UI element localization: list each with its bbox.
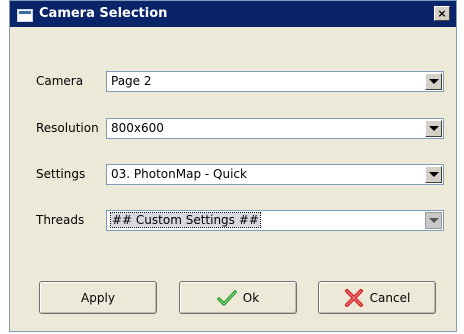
threads-label: Threads bbox=[36, 213, 85, 227]
chevron-down-icon[interactable] bbox=[425, 166, 442, 183]
title-bar[interactable]: Camera Selection × bbox=[10, 1, 456, 27]
ok-button-label: Ok bbox=[242, 290, 260, 305]
cancel-button[interactable]: Cancel bbox=[318, 281, 436, 314]
resolution-dropdown[interactable]: 800x600 bbox=[106, 118, 444, 139]
camera-dropdown[interactable]: Page 2 bbox=[106, 71, 444, 92]
settings-value: 03. PhotonMap - Quick bbox=[111, 167, 247, 181]
close-button[interactable]: × bbox=[434, 6, 450, 21]
camera-value: Page 2 bbox=[111, 74, 152, 88]
window-icon bbox=[17, 9, 33, 22]
x-icon bbox=[344, 288, 363, 307]
resolution-value: 800x600 bbox=[111, 121, 164, 135]
apply-button-label: Apply bbox=[81, 290, 115, 305]
threads-dropdown[interactable]: ## Custom Settings ## bbox=[106, 210, 444, 231]
chevron-down-icon[interactable] bbox=[425, 73, 442, 90]
settings-label: Settings bbox=[36, 167, 86, 181]
resolution-label: Resolution bbox=[36, 121, 99, 135]
threads-value: ## Custom Settings ## bbox=[110, 212, 261, 228]
cancel-button-label: Cancel bbox=[369, 290, 411, 305]
window-title: Camera Selection bbox=[39, 6, 168, 21]
ok-button[interactable]: Ok bbox=[179, 281, 297, 314]
settings-dropdown[interactable]: 03. PhotonMap - Quick bbox=[106, 164, 444, 185]
chevron-down-icon[interactable] bbox=[425, 120, 442, 137]
camera-selection-dialog: Camera Selection × Camera Page 2 Resolut… bbox=[9, 0, 457, 332]
apply-button[interactable]: Apply bbox=[39, 281, 157, 314]
checkmark-icon bbox=[217, 289, 237, 306]
chevron-down-icon[interactable] bbox=[425, 212, 442, 229]
camera-label: Camera bbox=[36, 74, 84, 88]
